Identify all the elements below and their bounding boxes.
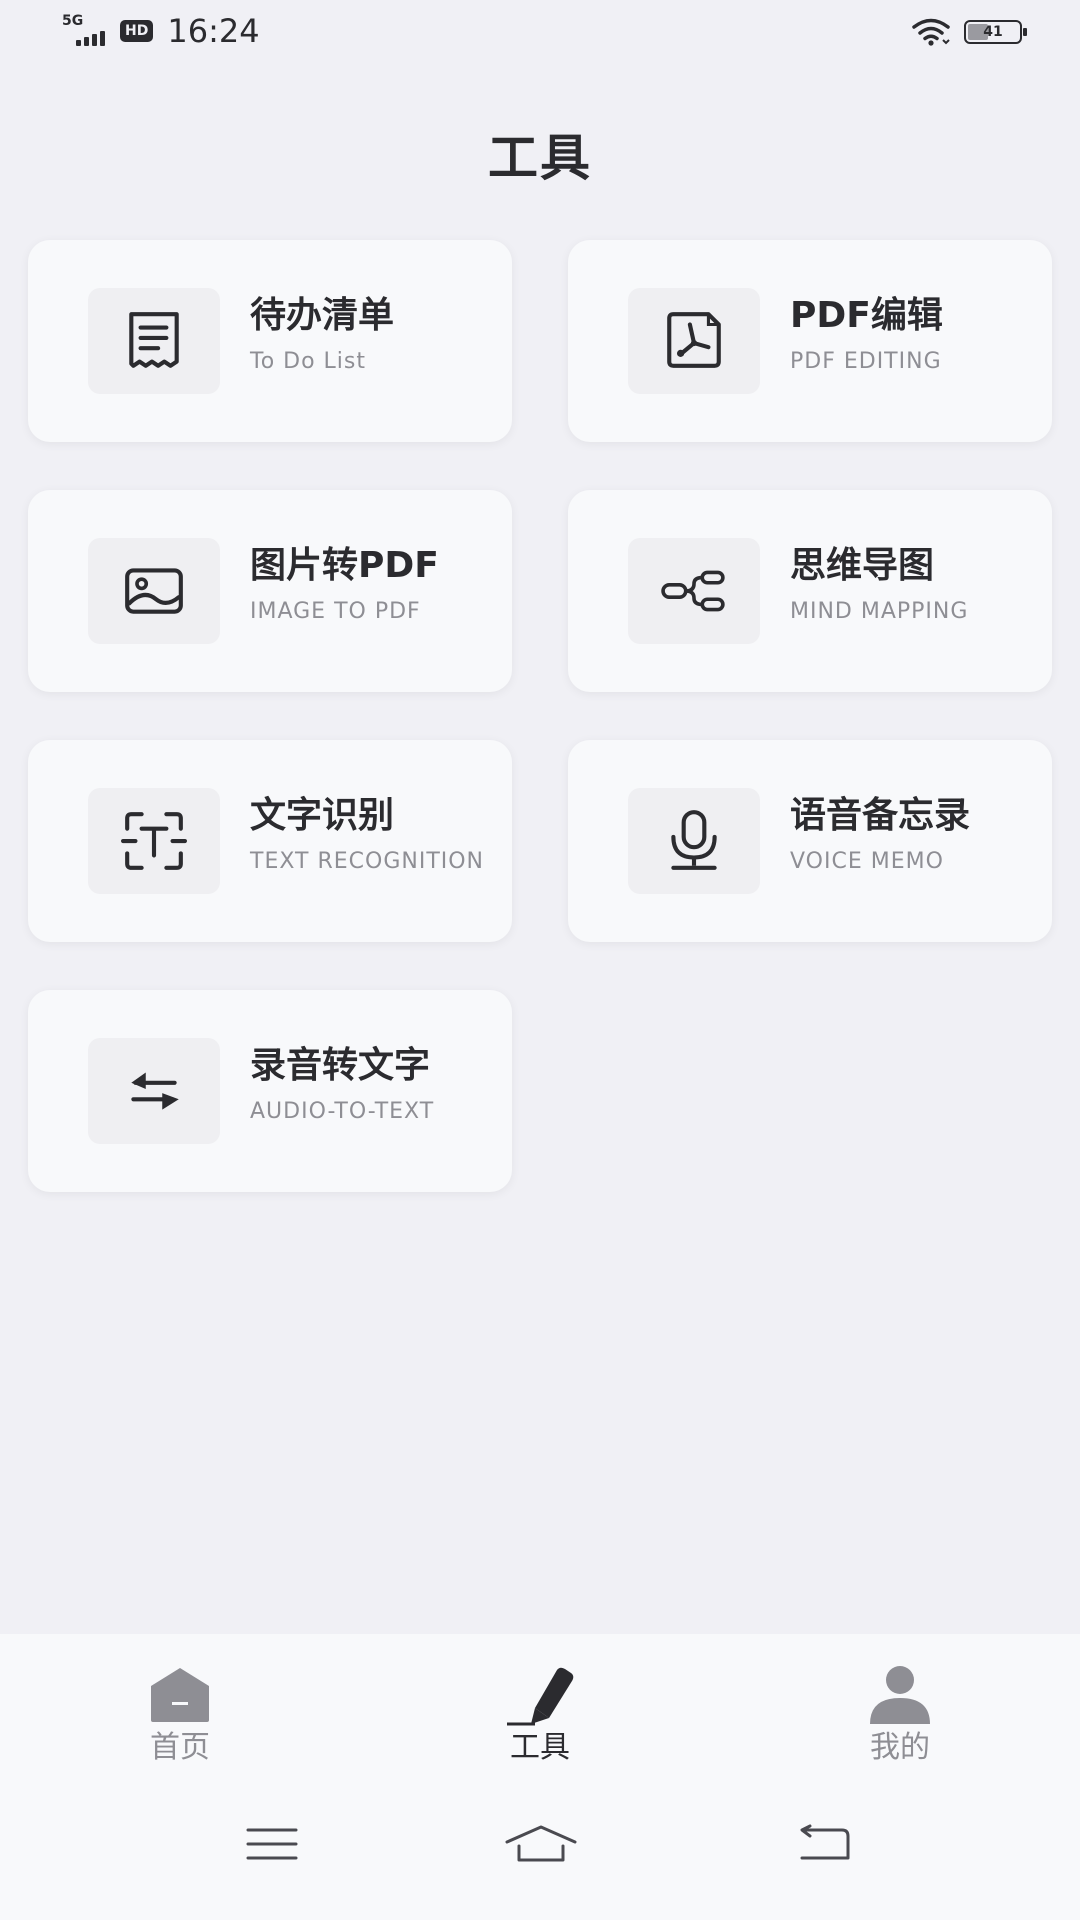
nav-label: 我的	[870, 1730, 930, 1765]
tool-subtitle: IMAGE TO PDF	[250, 599, 421, 624]
tool-card-pdf-editing[interactable]: PDF编辑 PDF EDITING	[568, 240, 1052, 442]
tool-subtitle: PDF EDITING	[790, 349, 942, 374]
bottom-nav: 首页 工具 我的	[0, 1634, 1080, 1784]
network-type: 5G	[62, 13, 84, 29]
page-title: 工具	[488, 129, 592, 187]
tool-title: 录音转文字	[250, 1045, 431, 1086]
home-outline-icon[interactable]	[504, 1824, 578, 1864]
status-left: 5G HD 16:24	[62, 14, 260, 48]
tool-title: 思维导图	[790, 545, 935, 586]
signal-icon: 5G	[62, 14, 110, 48]
tool-title: 待办清单	[250, 295, 395, 336]
nav-label: 首页	[150, 1730, 210, 1765]
tool-subtitle: AUDIO-TO-TEXT	[250, 1099, 435, 1124]
tool-title: 图片转PDF	[250, 545, 439, 586]
status-bar: 5G HD 16:24 41	[0, 0, 1080, 66]
home-icon	[151, 1668, 209, 1722]
text-scan-icon	[121, 812, 187, 870]
status-right: 41	[912, 18, 1027, 46]
swap-arrows-icon	[131, 1072, 179, 1110]
nav-label: 工具	[510, 1730, 570, 1765]
mind-map-icon	[661, 570, 725, 612]
nav-item-tools[interactable]: 工具	[440, 1664, 640, 1766]
tool-title: 文字识别	[250, 795, 395, 836]
system-nav-bar	[0, 1784, 1080, 1920]
user-icon	[870, 1666, 930, 1724]
wifi-icon	[912, 18, 950, 46]
hd-badge: HD	[120, 20, 154, 42]
clock: 16:24	[167, 12, 260, 50]
tool-icon-box	[628, 538, 760, 644]
tool-icon-box	[628, 288, 760, 394]
pdf-icon	[667, 312, 721, 368]
back-icon[interactable]	[796, 1824, 852, 1864]
nav-item-home[interactable]: 首页	[80, 1664, 280, 1766]
image-icon	[125, 568, 183, 614]
tool-title: PDF编辑	[790, 295, 943, 336]
tool-card-mind-mapping[interactable]: 思维导图 MIND MAPPING	[568, 490, 1052, 692]
battery-level: 41	[983, 24, 1003, 40]
microphone-icon	[671, 810, 717, 870]
tool-title: 语音备忘录	[790, 795, 971, 836]
pen-icon	[507, 1667, 574, 1726]
tool-card-audio-to-text[interactable]: 录音转文字 AUDIO-TO-TEXT	[28, 990, 512, 1192]
tool-card-todo-list[interactable]: 待办清单 To Do List	[28, 240, 512, 442]
tool-icon-box	[88, 1038, 220, 1144]
nav-item-mine[interactable]: 我的	[800, 1664, 1000, 1766]
tool-icon-box	[88, 288, 220, 394]
receipt-list-icon	[129, 312, 179, 368]
tool-icon-box	[88, 538, 220, 644]
tool-grid: 待办清单 To Do List PDF编辑 PDF EDITING 图片转PDF…	[28, 240, 1052, 1192]
tool-card-voice-memo[interactable]: 语音备忘录 VOICE MEMO	[568, 740, 1052, 942]
menu-icon[interactable]	[244, 1824, 300, 1864]
tool-card-image-to-pdf[interactable]: 图片转PDF IMAGE TO PDF	[28, 490, 512, 692]
tool-subtitle: To Do List	[250, 349, 367, 374]
tool-icon-box	[628, 788, 760, 894]
tool-card-text-recognition[interactable]: 文字识别 TEXT RECOGNITION	[28, 740, 512, 942]
battery-icon: 41	[964, 20, 1027, 44]
tool-subtitle: MIND MAPPING	[790, 599, 969, 624]
tool-icon-box	[88, 788, 220, 894]
tool-subtitle: TEXT RECOGNITION	[250, 849, 485, 874]
tool-subtitle: VOICE MEMO	[790, 849, 944, 874]
